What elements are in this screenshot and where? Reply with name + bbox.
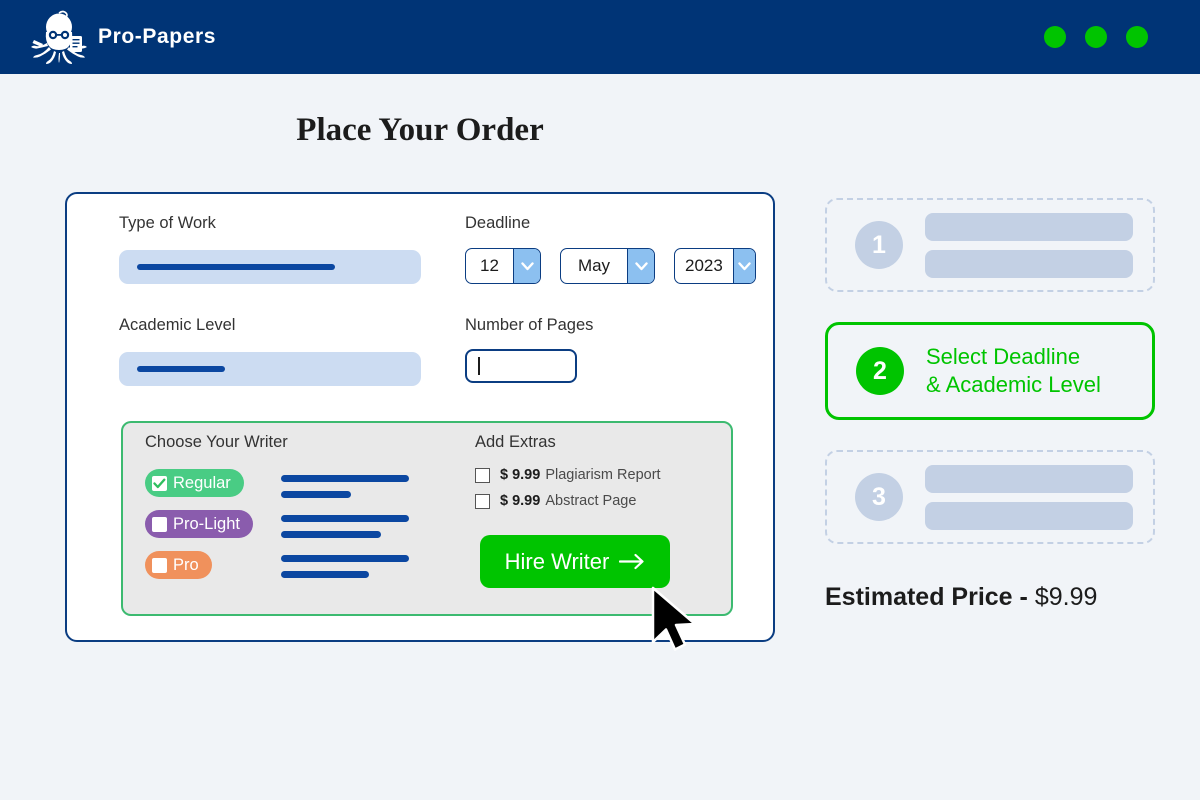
- writer-option-pro-light[interactable]: Pro-Light: [145, 510, 253, 538]
- chevron-down-icon[interactable]: [513, 249, 540, 283]
- type-of-work-label: Type of Work: [119, 214, 216, 232]
- writer-bar: [281, 491, 351, 498]
- step-placeholder-bar: [925, 249, 1133, 278]
- hire-writer-label: Hire Writer: [504, 548, 610, 574]
- checkbox-icon[interactable]: [475, 493, 490, 509]
- estimated-price-label: Estimated Price -: [825, 583, 1028, 611]
- type-of-work-field[interactable]: [119, 250, 421, 284]
- writer-description-regular: [281, 475, 409, 498]
- extra-price-plagiarism: $ 9.99: [500, 467, 541, 483]
- writer-pill-pro[interactable]: Pro: [145, 551, 212, 579]
- academic-level-placeholder-bar: [137, 366, 225, 372]
- deadline-day-value: 12: [480, 256, 499, 275]
- brand-name: Pro-Papers: [98, 25, 217, 48]
- extra-abstract-page[interactable]: $ 9.99 Abstract Page: [475, 493, 661, 509]
- writer-label-regular: Regular: [173, 473, 231, 492]
- arrow-right-icon: [619, 553, 644, 570]
- step-3-placeholder: [925, 464, 1133, 530]
- status-dot-2[interactable]: [1085, 26, 1107, 48]
- add-extras-heading: Add Extras: [475, 433, 556, 451]
- step-1-placeholder: [925, 212, 1133, 278]
- extras-list: $ 9.99 Plagiarism Report $ 9.99 Abstract…: [475, 467, 661, 509]
- deadline-day-select[interactable]: 12: [465, 248, 541, 284]
- number-of-pages-input[interactable]: [465, 349, 577, 383]
- empty-checkbox-icon: [152, 557, 167, 573]
- brand-logo[interactable]: Pro-Papers: [30, 10, 216, 64]
- deadline-month-select[interactable]: May: [560, 248, 655, 284]
- type-of-work-placeholder-bar: [137, 264, 335, 270]
- step-1-card[interactable]: 1: [825, 198, 1155, 292]
- chevron-down-icon[interactable]: [627, 249, 654, 283]
- choose-writer-heading: Choose Your Writer: [145, 433, 288, 451]
- deadline-selects: 12 May 2023: [465, 248, 756, 284]
- status-dot-1[interactable]: [1044, 26, 1066, 48]
- page-title: Place Your Order: [296, 112, 544, 148]
- choose-writer-panel: Choose Your Writer Add Extras Regular Pr…: [121, 421, 733, 616]
- step-placeholder-bar: [925, 501, 1133, 530]
- writer-bar: [281, 571, 369, 578]
- academic-level-field[interactable]: [119, 352, 421, 386]
- checkbox-icon[interactable]: [475, 467, 490, 483]
- writer-option-regular[interactable]: Regular: [145, 469, 253, 497]
- step-2-text: Select Deadline & Academic Level: [926, 343, 1101, 399]
- writer-description-pro-light: [281, 515, 409, 538]
- step-1-badge: 1: [855, 221, 903, 269]
- writer-pill-regular[interactable]: Regular: [145, 469, 244, 497]
- extra-name-plagiarism: Plagiarism Report: [545, 467, 661, 483]
- checkmark-icon: [152, 475, 167, 491]
- extra-name-abstract: Abstract Page: [545, 493, 637, 509]
- deadline-year-select[interactable]: 2023: [674, 248, 756, 284]
- site-header: Pro-Papers: [0, 0, 1200, 74]
- writer-option-pro[interactable]: Pro: [145, 551, 253, 579]
- step-2-card[interactable]: 2 Select Deadline & Academic Level: [825, 322, 1155, 420]
- academic-level-label: Academic Level: [119, 316, 236, 334]
- order-form-card: Type of Work Academic Level Deadline 12 …: [65, 192, 775, 642]
- header-status-dots: [1044, 26, 1148, 48]
- writer-label-pro: Pro: [173, 555, 199, 574]
- text-caret: [478, 357, 480, 375]
- writer-bar: [281, 531, 381, 538]
- extra-plagiarism-report[interactable]: $ 9.99 Plagiarism Report: [475, 467, 661, 483]
- step-3-card[interactable]: 3: [825, 450, 1155, 544]
- step-2-line-1: Select Deadline: [926, 343, 1081, 369]
- hire-writer-button[interactable]: Hire Writer: [480, 535, 670, 588]
- estimated-price-value: $9.99: [1034, 583, 1098, 611]
- writer-bar: [281, 555, 409, 562]
- deadline-year-value: 2023: [685, 256, 723, 275]
- writer-label-pro-light: Pro-Light: [173, 514, 240, 533]
- octopus-logo-icon: [31, 10, 87, 64]
- deadline-month-value: May: [577, 256, 611, 275]
- step-placeholder-bar: [925, 212, 1133, 241]
- status-dot-3[interactable]: [1126, 26, 1148, 48]
- writer-bar: [281, 515, 409, 522]
- deadline-label: Deadline: [465, 214, 531, 232]
- writer-description-pro: [281, 555, 409, 578]
- writer-options-list: Regular Pro-Light Pro: [145, 469, 253, 579]
- chevron-down-icon[interactable]: [732, 249, 755, 283]
- empty-checkbox-icon: [152, 516, 167, 532]
- step-3-badge: 3: [855, 473, 903, 521]
- step-2-line-2: & Academic Level: [926, 372, 1101, 397]
- writer-pill-pro-light[interactable]: Pro-Light: [145, 510, 253, 538]
- estimated-price: Estimated Price - $9.99: [825, 583, 1097, 612]
- step-placeholder-bar: [925, 464, 1133, 493]
- extra-price-abstract: $ 9.99: [500, 493, 541, 509]
- number-of-pages-label: Number of Pages: [465, 316, 594, 334]
- writer-bar: [281, 475, 409, 482]
- step-2-badge: 2: [856, 347, 904, 395]
